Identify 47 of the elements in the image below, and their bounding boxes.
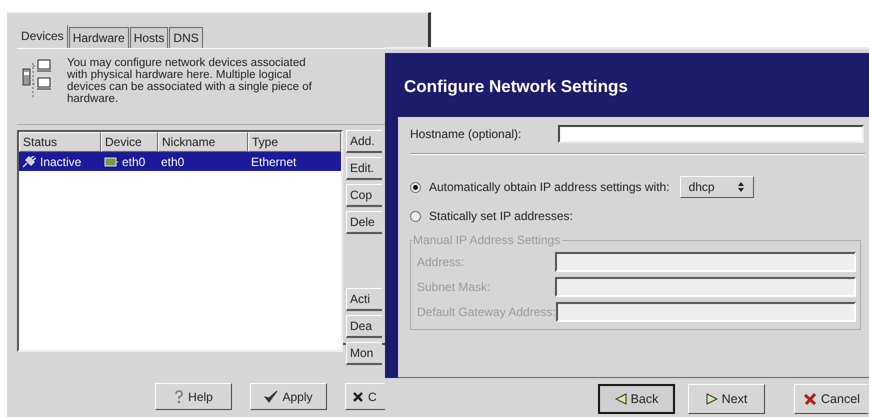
updown-icon — [736, 181, 745, 193]
button[interactable]: Next — [688, 384, 765, 414]
side-button[interactable]: Dea — [346, 315, 382, 338]
field-label: Default Gateway Address: — [417, 305, 556, 319]
left-triangle-icon — [614, 393, 627, 405]
hostname-label: Hostname (optional): — [410, 127, 522, 141]
option-label: Statically set IP addresses: — [429, 209, 573, 223]
button[interactable]: Help — [155, 383, 232, 410]
button[interactable]: Cancel — [794, 384, 868, 414]
tab[interactable]: Hosts — [130, 27, 168, 48]
device-name: eth0 — [122, 154, 146, 168]
method-dropdown[interactable]: dhcp — [680, 176, 754, 198]
table-row[interactable]: Inactive eth0 eth0 Ethernet — [19, 152, 341, 171]
tab[interactable]: Hardware — [68, 27, 129, 48]
side-button[interactable]: Mon — [346, 342, 382, 365]
table-cell-text: eth0 — [160, 154, 186, 168]
cross-icon — [803, 392, 818, 406]
field-label: Subnet Mask: — [417, 280, 492, 294]
button[interactable]: Apply — [250, 383, 327, 410]
side-button[interactable]: Acti — [346, 288, 382, 311]
wizard-title: Configure Network Settings — [403, 76, 629, 98]
column-header[interactable]: Type — [248, 132, 341, 152]
description-text: You may configure network devices associated with physical hardware here. Multiple logical devices can be associated with a single piece of hardware. — [67, 57, 313, 105]
button[interactable]: C — [345, 383, 385, 410]
option-label: Automatically obtain IP address settings with: — [429, 180, 670, 194]
table-cell-text: Ethernet — [250, 154, 298, 168]
tab[interactable]: DNS — [169, 27, 203, 48]
radio-button[interactable] — [410, 182, 421, 192]
check-icon — [264, 390, 278, 403]
field-label: Address: — [417, 255, 466, 269]
group-title: Manual IP Address Settings — [413, 234, 562, 247]
right-triangle-icon — [706, 393, 718, 405]
side-button[interactable]: Edit. — [346, 157, 382, 180]
network-card-icon — [104, 156, 118, 168]
cross-icon — [352, 390, 364, 402]
status-text: Inactive — [40, 154, 82, 168]
column-header[interactable]: Nickname — [158, 132, 248, 152]
side-button[interactable]: Dele — [346, 211, 382, 234]
help-icon — [174, 390, 184, 404]
side-button[interactable]: Add. — [346, 130, 382, 153]
hostname-field[interactable] — [558, 125, 864, 143]
column-header[interactable]: Status — [19, 132, 101, 152]
column-header[interactable]: Device — [101, 132, 158, 152]
radio-button[interactable] — [410, 210, 421, 222]
button[interactable]: Back — [598, 384, 675, 414]
plug-icon — [22, 156, 36, 168]
side-button[interactable]: Cop — [346, 184, 382, 207]
